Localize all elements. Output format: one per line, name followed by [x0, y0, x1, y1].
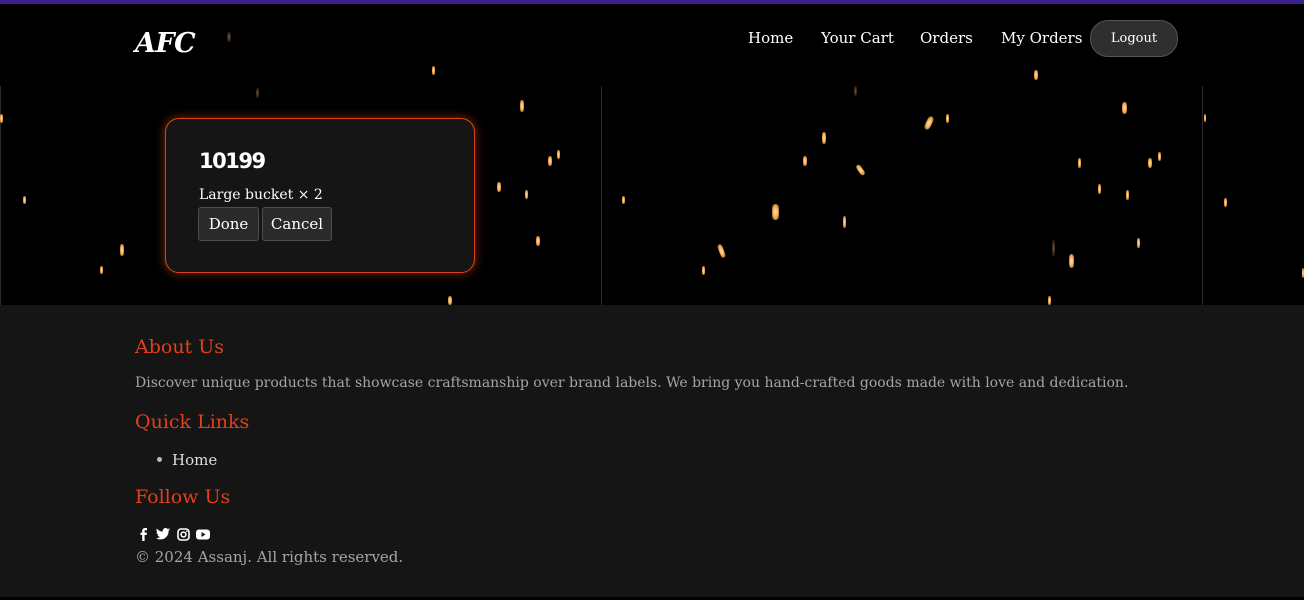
spark [0, 114, 3, 123]
quick-link-home[interactable]: Home [157, 451, 217, 469]
spark [1048, 296, 1051, 305]
youtube-icon[interactable] [196, 527, 210, 541]
twitter-icon[interactable] [156, 527, 170, 541]
spark [1098, 184, 1101, 194]
nav-link-orders[interactable]: Orders [920, 29, 973, 47]
spark [716, 243, 727, 259]
spark [843, 216, 846, 228]
social-links [136, 527, 210, 541]
bullet [157, 456, 162, 462]
spark [497, 182, 501, 192]
spark [622, 196, 625, 204]
spark [923, 115, 935, 131]
about-heading: About Us [135, 336, 224, 358]
spark [520, 100, 524, 112]
spark [854, 86, 857, 96]
follow-heading: Follow Us [135, 486, 231, 508]
navbar: AFC Home Your Cart Orders My Orders Logo… [0, 4, 1304, 82]
order-item-line: Large bucket × 2 [199, 187, 323, 203]
spark [256, 88, 259, 98]
spark [702, 266, 705, 275]
quick-link-label: Home [172, 451, 218, 469]
nav-link-home[interactable]: Home [748, 29, 793, 47]
done-button[interactable]: Done [198, 207, 259, 241]
spark [1052, 240, 1055, 256]
spark [100, 266, 103, 274]
spark [946, 114, 949, 123]
copyright-text: © 2024 Assanj. All rights reserved. [135, 548, 404, 566]
spark [803, 156, 807, 166]
spark [1078, 158, 1081, 168]
spark [1148, 158, 1152, 168]
nav-link-your-cart[interactable]: Your Cart [821, 29, 894, 47]
order-id: 10199 [199, 149, 266, 173]
spark [1126, 190, 1129, 200]
quick-links-heading: Quick Links [135, 411, 250, 433]
site-logo[interactable]: AFC [135, 28, 196, 59]
spark [1122, 102, 1127, 114]
spark [1204, 114, 1206, 122]
spark [120, 244, 124, 256]
spark [822, 132, 826, 144]
spark [1069, 254, 1074, 268]
spark [772, 204, 779, 220]
spark [557, 150, 560, 159]
order-card: 10199 Large bucket × 2 Done Cancel [165, 118, 475, 273]
nav-link-my-orders[interactable]: My Orders [1001, 29, 1082, 47]
facebook-icon[interactable] [136, 527, 150, 541]
spark [23, 196, 26, 204]
spark [448, 296, 452, 305]
spark [1137, 238, 1140, 248]
spark [855, 163, 866, 177]
instagram-icon[interactable] [176, 527, 190, 541]
logout-button[interactable]: Logout [1090, 20, 1178, 57]
spark [525, 190, 528, 199]
footer: About Us Discover unique products that s… [0, 305, 1304, 597]
spark [536, 236, 540, 246]
cancel-button[interactable]: Cancel [262, 207, 332, 241]
spark [548, 156, 552, 166]
spark [1158, 152, 1161, 161]
background-seam [601, 86, 602, 305]
background-seam [1202, 86, 1203, 305]
spark [1224, 198, 1227, 207]
about-text: Discover unique products that showcase c… [135, 375, 1129, 391]
